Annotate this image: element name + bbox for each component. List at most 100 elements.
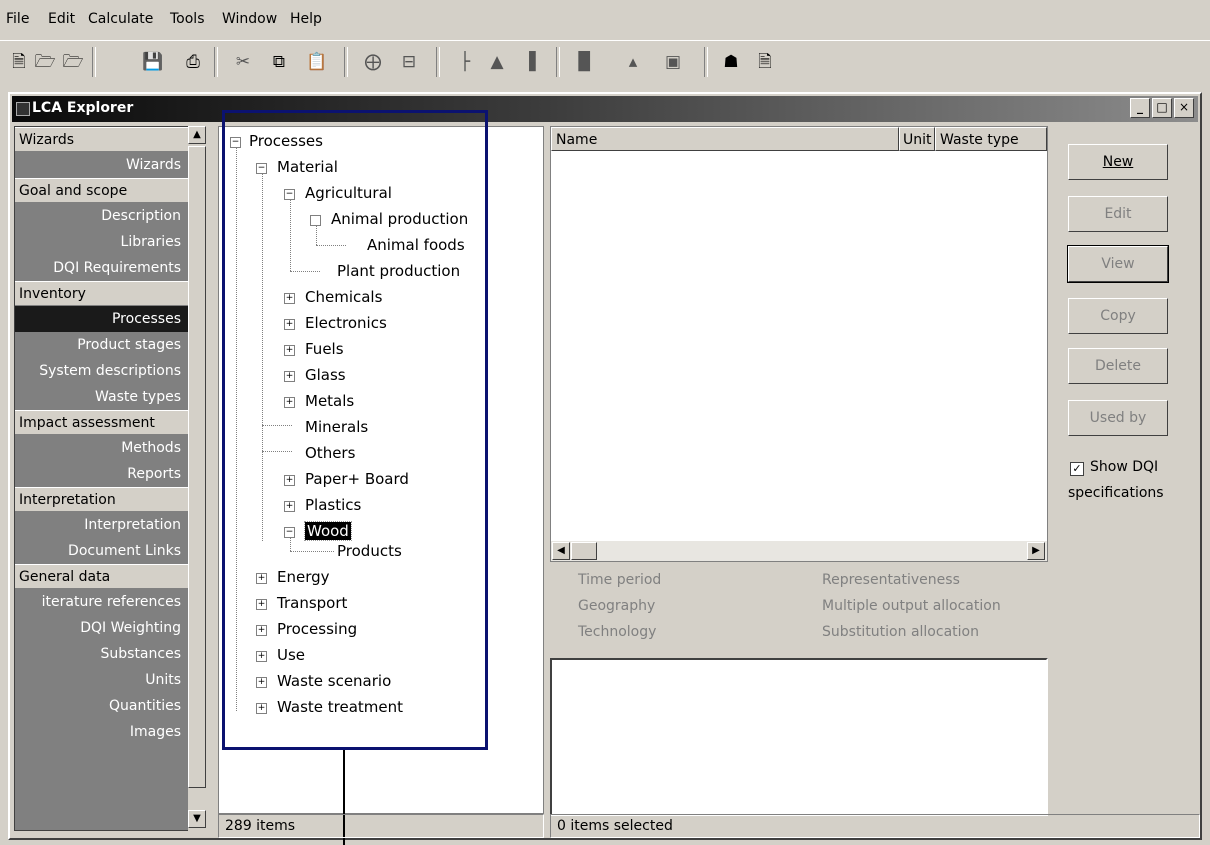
collapse-icon[interactable]: − [284, 189, 295, 200]
sidebar-item-waste-types[interactable]: Waste types [15, 384, 191, 410]
sidebar-item-images[interactable]: Images [15, 719, 191, 745]
sidebar-item-dqi-weighting[interactable]: DQI Weighting [15, 615, 191, 641]
bars-icon[interactable]: ▐ [516, 49, 542, 75]
sidebar-category-wizards[interactable]: Wizards [15, 127, 191, 152]
tree-node-animal-foods[interactable]: Animal foods [367, 235, 465, 255]
sidebar-item-processes[interactable]: Processes [15, 306, 191, 332]
sidebar-item-system-descriptions[interactable]: System descriptions [15, 358, 191, 384]
expand-icon[interactable]: + [256, 573, 267, 584]
tree-node-products[interactable]: Products [337, 541, 402, 561]
tree-node-metals[interactable]: Metals [305, 391, 354, 411]
expand-icon[interactable]: + [256, 677, 267, 688]
expand-icon[interactable]: + [284, 371, 295, 382]
sidebar-item-reports[interactable]: Reports [15, 461, 191, 487]
tree-node-others[interactable]: Others [305, 443, 355, 463]
tree-node-use[interactable]: Use [277, 645, 305, 665]
sidebar-item-methods[interactable]: Methods [15, 435, 191, 461]
tree-node-waste-treatment[interactable]: Waste treatment [277, 697, 403, 717]
menu-edit[interactable]: Edit [48, 11, 75, 27]
open-alt-icon[interactable]: 🗁 [60, 49, 86, 75]
sidebar-item-literature-references[interactable]: iterature references [15, 589, 191, 615]
tree-node-material[interactable]: Material [277, 157, 338, 177]
cut-icon[interactable]: ✂ [230, 49, 256, 75]
menu-calculate[interactable]: Calculate [88, 11, 153, 27]
collapse-icon[interactable]: − [230, 137, 241, 148]
sidebar-category-inventory[interactable]: Inventory [15, 281, 191, 306]
sidebar-category-goal[interactable]: Goal and scope [15, 178, 191, 203]
sidebar-category-impact[interactable]: Impact assessment [15, 410, 191, 435]
horizontal-scrollbar[interactable]: ◀ ▶ [551, 541, 1047, 561]
clipboard-icon[interactable]: 🗎 [752, 49, 778, 75]
close-icon[interactable]: × [1174, 98, 1194, 118]
scroll-left-icon[interactable]: ◀ [552, 542, 570, 560]
minimize-icon[interactable]: _ [1130, 98, 1150, 118]
delete-button[interactable]: Delete [1068, 348, 1168, 384]
copy-button[interactable]: Copy [1068, 298, 1168, 334]
analyze-icon[interactable]: ▉ [572, 49, 598, 75]
remove-row-icon[interactable]: ⊟ [396, 49, 422, 75]
tree-node-minerals[interactable]: Minerals [305, 417, 368, 437]
scroll-right-icon[interactable]: ▶ [1027, 542, 1045, 560]
home-icon[interactable]: ☗ [718, 49, 744, 75]
column-header-waste-type[interactable]: Waste type [935, 127, 1047, 151]
sidebar-item-interpretation[interactable]: Interpretation [15, 512, 191, 538]
expand-icon[interactable]: + [284, 475, 295, 486]
menu-help[interactable]: Help [290, 11, 322, 27]
tree-node-energy[interactable]: Energy [277, 567, 330, 587]
collapse-icon[interactable]: − [256, 163, 267, 174]
view-button[interactable]: View [1067, 245, 1169, 283]
tree-node-glass[interactable]: Glass [305, 365, 346, 385]
tree-node-wood[interactable]: Wood [304, 521, 352, 541]
tree-node-plant-production[interactable]: Plant production [337, 261, 460, 281]
menu-tools[interactable]: Tools [170, 11, 205, 27]
copy-icon[interactable]: ⧉ [266, 49, 292, 75]
tree-node-transport[interactable]: Transport [277, 593, 347, 613]
show-dqi-checkbox[interactable]: ✓ [1070, 462, 1084, 476]
expand-icon[interactable]: + [284, 293, 295, 304]
scroll-down-icon[interactable]: ▼ [188, 810, 206, 828]
menu-file[interactable]: File [6, 11, 29, 27]
sidebar-item-quantities[interactable]: Quantities [15, 693, 191, 719]
expand-icon[interactable]: + [256, 625, 267, 636]
sidebar-item-product-stages[interactable]: Product stages [15, 332, 191, 358]
tree-node-animal-production[interactable]: Animal production [331, 209, 468, 229]
network-icon[interactable]: ▲ [484, 49, 510, 75]
tree-node-electronics[interactable]: Electronics [305, 313, 387, 333]
tree-node-wood-label[interactable]: Wood [304, 521, 352, 541]
new-button[interactable]: New [1068, 144, 1168, 180]
sidebar-scrollbar[interactable]: ▲ ▼ [188, 126, 208, 831]
column-header-unit[interactable]: Unit [899, 127, 935, 151]
expand-icon[interactable]: + [256, 651, 267, 662]
sidebar-item-libraries[interactable]: Libraries [15, 229, 191, 255]
tree-node-processes[interactable]: Processes [249, 131, 323, 151]
tree-node-processing[interactable]: Processing [277, 619, 357, 639]
menu-window[interactable]: Window [222, 11, 277, 27]
tree-node-paper-board[interactable]: Paper+ Board [305, 469, 409, 489]
save-icon[interactable]: 💾 [140, 49, 166, 75]
expand-icon[interactable]: + [256, 599, 267, 610]
maximize-icon[interactable]: □ [1152, 98, 1172, 118]
sidebar-category-general[interactable]: General data [15, 564, 191, 589]
used-by-button[interactable]: Used by [1068, 400, 1168, 436]
sidebar-item-dqi-requirements[interactable]: DQI Requirements [15, 255, 191, 281]
tree-icon[interactable]: ├ [452, 49, 478, 75]
sidebar-item-substances[interactable]: Substances [15, 641, 191, 667]
expand-icon[interactable]: + [284, 397, 295, 408]
new-file-icon[interactable]: 🗎 [6, 49, 32, 75]
sidebar-item-wizards[interactable]: Wizards [15, 152, 191, 178]
expand-icon[interactable]: + [284, 319, 295, 330]
open-icon[interactable]: 🗁 [32, 49, 58, 75]
image-icon[interactable]: ▣ [660, 49, 686, 75]
paste-icon[interactable]: 📋 [304, 49, 330, 75]
scroll-up-icon[interactable]: ▲ [188, 126, 206, 144]
expand-icon[interactable]: + [284, 345, 295, 356]
collapse-icon[interactable] [310, 215, 321, 226]
edit-button[interactable]: Edit [1068, 196, 1168, 232]
tree-node-plastics[interactable]: Plastics [305, 495, 361, 515]
print-icon[interactable]: ⎙ [180, 49, 206, 75]
sidebar-category-interpretation[interactable]: Interpretation [15, 487, 191, 512]
tree-node-waste-scenario[interactable]: Waste scenario [277, 671, 391, 691]
collapse-icon[interactable]: − [284, 527, 295, 538]
tree-node-agricultural[interactable]: Agricultural [305, 183, 392, 203]
chart-icon[interactable]: ▴ [620, 49, 646, 75]
